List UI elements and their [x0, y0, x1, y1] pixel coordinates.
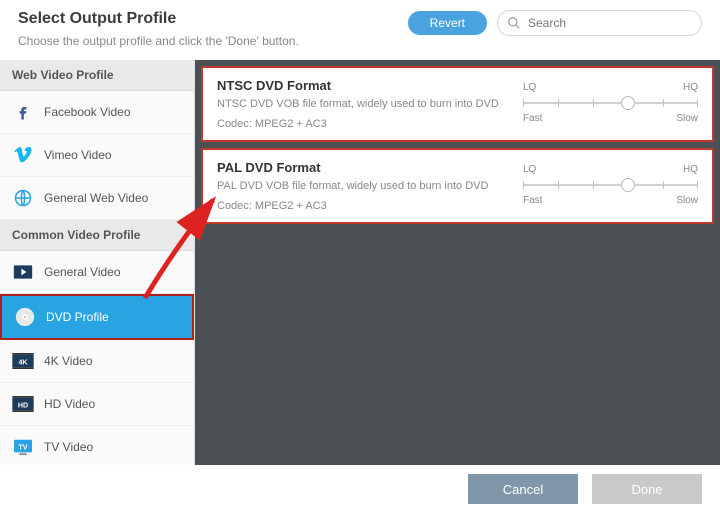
cancel-button[interactable]: Cancel — [468, 474, 578, 504]
format-title: PAL DVD Format — [217, 160, 505, 175]
hq-label: HQ — [683, 164, 698, 175]
sidebar-item-label: Facebook Video — [44, 105, 131, 119]
svg-text:TV: TV — [18, 443, 27, 452]
sidebar-item-label: General Video — [44, 265, 121, 279]
vimeo-icon — [12, 144, 34, 166]
sidebar-item-general-video[interactable]: General Video — [0, 251, 194, 294]
format-desc: PAL DVD VOB file format, widely used to … — [217, 180, 505, 192]
format-list: NTSC DVD Format NTSC DVD VOB file format… — [195, 60, 720, 468]
sidebar-item-tv-video[interactable]: TV TV Video — [0, 426, 194, 468]
sidebar-item-dvd-profile[interactable]: DVD Profile — [0, 294, 194, 340]
slow-label: Slow — [676, 113, 698, 124]
page-subtitle: Choose the output profile and click the … — [18, 34, 408, 48]
format-desc: NTSC DVD VOB file format, widely used to… — [217, 98, 505, 110]
lq-label: LQ — [523, 82, 536, 93]
search-box — [497, 10, 702, 36]
4k-icon: 4K — [12, 350, 34, 372]
hq-label: HQ — [683, 82, 698, 93]
sidebar-item-general-web[interactable]: General Web Video — [0, 177, 194, 220]
sidebar-item-4k-video[interactable]: 4K 4K Video — [0, 340, 194, 383]
section-header-web: Web Video Profile — [0, 60, 194, 91]
search-icon — [507, 16, 521, 30]
sidebar-item-label: General Web Video — [44, 191, 148, 205]
svg-text:HD: HD — [18, 402, 28, 410]
disc-icon — [14, 306, 36, 328]
footer: Cancel Done — [0, 465, 720, 513]
sidebar-item-label: Vimeo Video — [44, 148, 112, 162]
video-icon — [12, 261, 34, 283]
format-codec: Codec: MPEG2 + AC3 — [217, 200, 505, 212]
done-button[interactable]: Done — [592, 474, 702, 504]
search-input[interactable] — [497, 10, 702, 36]
lq-label: LQ — [523, 164, 536, 175]
svg-text:4K: 4K — [18, 359, 28, 367]
format-card-pal[interactable]: PAL DVD Format PAL DVD VOB file format, … — [201, 148, 714, 224]
sidebar-item-vimeo[interactable]: Vimeo Video — [0, 134, 194, 177]
quality-slider[interactable] — [523, 96, 698, 110]
revert-button[interactable]: Revert — [408, 11, 487, 35]
slow-label: Slow — [676, 195, 698, 206]
fast-label: Fast — [523, 113, 542, 124]
facebook-icon — [12, 101, 34, 123]
globe-icon — [12, 187, 34, 209]
hd-icon: HD — [12, 393, 34, 415]
format-title: NTSC DVD Format — [217, 78, 505, 93]
header: Select Output Profile Choose the output … — [0, 0, 720, 60]
sidebar-item-label: TV Video — [44, 440, 93, 454]
sidebar-item-label: 4K Video — [44, 354, 93, 368]
sidebar-item-label: HD Video — [44, 397, 95, 411]
sidebar-item-label: DVD Profile — [46, 310, 109, 324]
format-codec: Codec: MPEG2 + AC3 — [217, 118, 505, 130]
sidebar: Web Video Profile Facebook Video Vimeo V… — [0, 60, 195, 468]
sidebar-item-facebook[interactable]: Facebook Video — [0, 91, 194, 134]
quality-slider[interactable] — [523, 178, 698, 192]
sidebar-item-hd-video[interactable]: HD HD Video — [0, 383, 194, 426]
section-header-common: Common Video Profile — [0, 220, 194, 251]
tv-icon: TV — [12, 436, 34, 458]
page-title: Select Output Profile — [18, 10, 408, 28]
fast-label: Fast — [523, 195, 542, 206]
format-card-ntsc[interactable]: NTSC DVD Format NTSC DVD VOB file format… — [201, 66, 714, 142]
